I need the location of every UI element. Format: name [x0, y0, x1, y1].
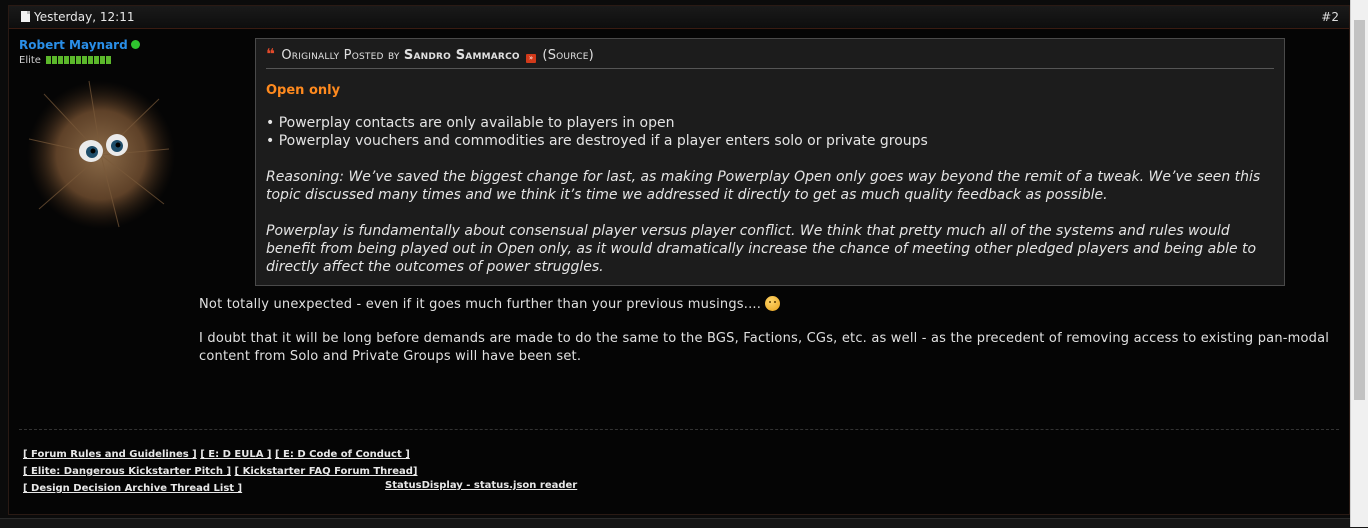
scrollbar-thumb[interactable]	[1354, 20, 1365, 400]
document-icon	[21, 11, 30, 22]
vertical-scrollbar[interactable]	[1350, 0, 1368, 527]
forum-rules-link[interactable]: [ Forum Rules and Guidelines ]	[23, 449, 197, 460]
quote-author: Sandro Sammarco	[403, 48, 520, 63]
design-decision-archive-link[interactable]: [ Design Decision Archive Thread List ]	[23, 483, 242, 494]
username-link[interactable]: Robert Maynard	[19, 38, 128, 52]
post-number-link[interactable]: #2	[1321, 6, 1339, 28]
quote-source-link[interactable]: (Source)	[542, 48, 593, 63]
signature-divider	[19, 429, 1339, 430]
status-display-link[interactable]: StatusDisplay - status.json reader	[385, 480, 577, 491]
quote-body: • Powerplay contacts are only available …	[266, 114, 1274, 276]
kickstarter-pitch-link[interactable]: [ Elite: Dangerous Kickstarter Pitch ]	[23, 466, 231, 477]
quote-paragraph: Reasoning: We’ve saved the biggest chang…	[266, 169, 1261, 203]
user-info: Robert Maynard Elite	[19, 34, 189, 229]
post-date: Yesterday, 12:11	[34, 10, 135, 24]
reply-text: Not totally unexpected - even if it goes…	[199, 296, 1331, 366]
signature: [ Forum Rules and Guidelines ] [ E: D EU…	[23, 446, 418, 497]
post-header: Yesterday, 12:11 #2	[9, 6, 1349, 29]
kickstarter-faq-link[interactable]: [ Kickstarter FAQ Forum Thread]	[235, 466, 418, 477]
user-rank: Elite	[19, 55, 189, 67]
online-status-icon	[130, 40, 140, 49]
forum-post: Yesterday, 12:11 #2 Robert Maynard Elite	[8, 5, 1350, 515]
smiley-icon	[765, 296, 781, 311]
code-of-conduct-link[interactable]: [ E: D Code of Conduct ]	[275, 449, 410, 460]
reputation-bar	[46, 56, 112, 67]
quote-bullet: • Powerplay contacts are only available …	[266, 115, 675, 131]
quote-prefix: Originally Posted by	[281, 48, 400, 63]
quote-icon: ❝	[266, 45, 276, 63]
reply-paragraph: I doubt that it will be long before dema…	[199, 331, 1330, 364]
reply-line: Not totally unexpected - even if it goes…	[199, 297, 762, 312]
view-post-icon[interactable]: »	[526, 54, 537, 63]
quote-header: ❝ Originally Posted by Sandro Sammarco »…	[266, 45, 1274, 69]
avatar[interactable]	[19, 79, 175, 229]
eula-link[interactable]: [ E: D EULA ]	[200, 449, 271, 460]
quote-block: ❝ Originally Posted by Sandro Sammarco »…	[255, 38, 1285, 286]
quote-bullet: • Powerplay vouchers and commodities are…	[266, 133, 928, 149]
quote-paragraph: Powerplay is fundamentally about consens…	[266, 223, 1257, 275]
user-rank-label: Elite	[19, 55, 41, 66]
signature-extra: StatusDisplay - status.json reader	[385, 480, 577, 491]
quote-title: Open only	[266, 83, 341, 98]
